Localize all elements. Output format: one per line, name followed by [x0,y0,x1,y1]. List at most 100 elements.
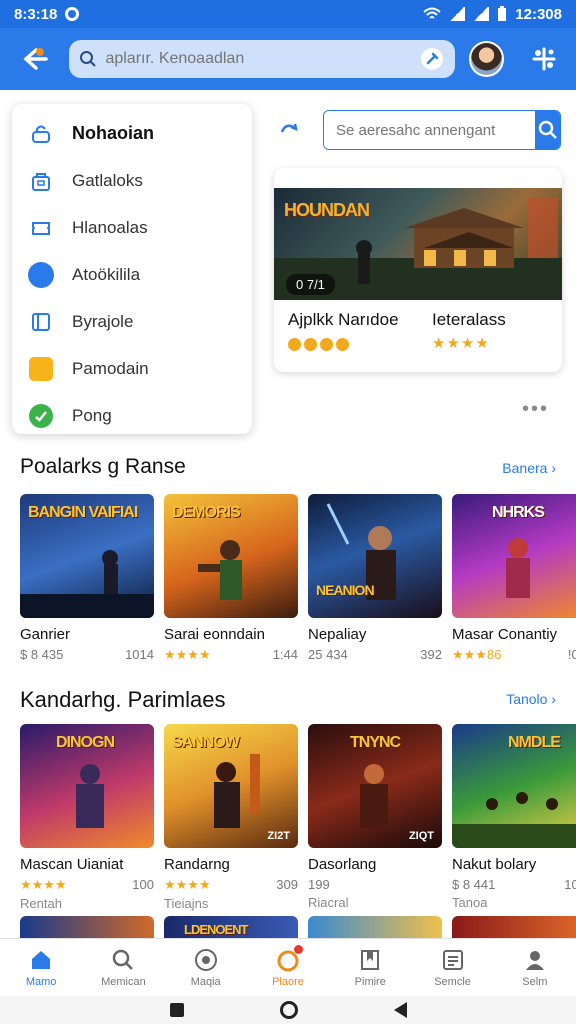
game-rating: 25 434 [308,647,348,662]
avatar[interactable] [468,41,505,77]
game-meta: $ 8 435 1014 [20,647,154,662]
more-options-button[interactable]: ••• [522,398,549,421]
settings-button[interactable] [526,41,562,77]
coin-icon [320,338,333,351]
featured-card[interactable]: HOUNDAN 0 7/1 Ajplkk Narıdoe Ieteralass … [274,168,562,372]
menu-item-6[interactable]: Pong [12,392,252,439]
game-name: Sarai eonndain [164,626,265,643]
game-name: Dasorlang [308,856,377,873]
book-icon [28,309,54,335]
wifi-icon [423,7,441,19]
section2-link[interactable]: Tanolo › [506,691,556,707]
back-button[interactable] [14,37,57,81]
calculator-icon [28,356,54,382]
secondary-search-input[interactable] [324,111,535,149]
game-card[interactable]: NHRKS Masar Conantiy ★★★86 !09 [452,494,576,663]
hero-figure [326,503,396,600]
game-card[interactable]: DEMORIS Sarai eonndain ★★★★ 1:44 [164,494,298,663]
refresh-icon [280,123,298,133]
nav-search[interactable]: Memican [82,939,164,996]
nav-bookmarks[interactable]: Pimire [329,939,411,996]
signal-icon [449,7,466,21]
coin-icon [304,338,317,351]
game-name: Randarng [164,856,230,873]
game-card[interactable]: NEANION Nepaliay 25 434 392 [308,494,442,663]
menu-item-1[interactable]: Gatlaloks [12,157,252,204]
game-meta: ★★★★ 100 [20,877,154,893]
bell-icon [275,945,303,973]
game-rating: $ 8 435 [20,647,64,662]
game-genre: Riacral [308,895,349,910]
voice-search-button[interactable] [419,46,445,72]
game-art-tag: ZIQT [408,830,434,842]
game-count: 1:44 [272,647,298,662]
signal-icon-2 [473,7,490,21]
menu-item-4[interactable]: Byrajole [12,298,252,345]
game-art-title: BANGIN VAIFIAI [28,504,138,521]
menu-item-2[interactable]: Hlanoalas [12,204,252,251]
game-meta: ★★★★ 309 [164,877,298,893]
section2-title: Kandarhg. Parimlaes [20,687,226,712]
game-rating: ★★★★ [164,647,211,662]
nav-notifications[interactable]: Plaore [247,939,329,996]
notification-icon [65,7,80,21]
bottom-nav: Mamo Memican Maqia Plaore Pimire Semcle … [0,938,576,996]
menu-label-6: Pong [72,405,112,425]
game-art-title: NHRKS [492,504,545,521]
game-genre: Tanoa [452,895,488,910]
nav-home[interactable]: Mamo [0,939,82,996]
game-genre: Rentah [20,896,62,911]
home-icon [28,947,54,973]
back-arrow-icon [23,48,48,70]
game-rating: $ 8 441 [452,877,496,892]
search-input[interactable] [105,50,419,68]
secondary-search[interactable] [323,110,561,150]
back-button-system[interactable] [393,1002,407,1018]
game-name: Nakut bolary [452,856,537,873]
game-count: 309 [276,877,298,892]
featured-art-title: HOUNDAN [284,200,370,220]
nav-list[interactable]: Semcle [411,939,493,996]
mic-icon [420,48,443,70]
game-thumb: SANNOW ZI2T [164,724,298,848]
game-card[interactable]: SANNOW ZI2T Randarng ★★★★ 309 Tieiajns [164,724,298,911]
game-art-title: LDENOENT [184,922,248,937]
menu-item-5[interactable]: Pamodain [12,345,252,392]
home-button[interactable] [279,1001,298,1019]
game-card[interactable]: BANGIN VAIFIAI Ganrier $ 8 435 1014 [20,494,154,663]
menu-item-0[interactable]: Nohaoian [12,110,252,157]
game-art-title: SANNOW [172,734,240,751]
section1-row: BANGIN VAIFIAI Ganrier $ 8 435 1014 DEMOR… [20,494,576,663]
game-count: !09 [567,647,576,662]
nav-media[interactable]: Maqia [165,939,247,996]
game-card[interactable]: DINOGN Mascan Uianiat ★★★★ 100 Rentah [20,724,154,911]
featured-title-2: Ieteralass [432,310,506,329]
game-thumb: NMDLE [452,724,576,848]
game-meta: ★★★86 !09 [452,647,576,663]
game-card[interactable]: NMDLE Nakut bolary $ 8 441 100 Tanoa [452,724,576,911]
coin-icon [288,338,301,351]
search-bar[interactable] [69,40,455,78]
ticket-icon [28,215,54,241]
person-icon [522,947,548,973]
nav-profile[interactable]: Selm [494,939,576,996]
game-card[interactable]: TNYNC ZIQT Dasorlang 199 Riacral [308,724,442,911]
game-thumb: DINOGN [20,724,154,848]
secondary-search-button[interactable] [535,111,560,149]
section1-title: Poalarks g Ranse [20,455,186,478]
recents-button[interactable] [169,1003,184,1017]
refresh-button[interactable] [276,116,302,142]
game-rating: ★★★★ [164,877,211,892]
search-icon [538,120,557,139]
section1-link[interactable]: Banera › [502,460,556,476]
menu-label-2: Hlanoalas [72,217,148,237]
game-genre: Tieiajns [164,896,209,911]
featured-art: HOUNDAN 0 7/1 [274,188,562,300]
featured-title: Ajplkk Narıdoe [288,310,399,329]
game-rating: 199 [308,877,330,892]
menu-label-0: Nohaoian [72,123,155,143]
menu-item-3[interactable]: Atoökilila [12,251,252,298]
search-icon [80,51,97,67]
game-name: Ganrier [20,626,71,643]
status-bar: 8:3:18 12:308 [0,0,576,28]
